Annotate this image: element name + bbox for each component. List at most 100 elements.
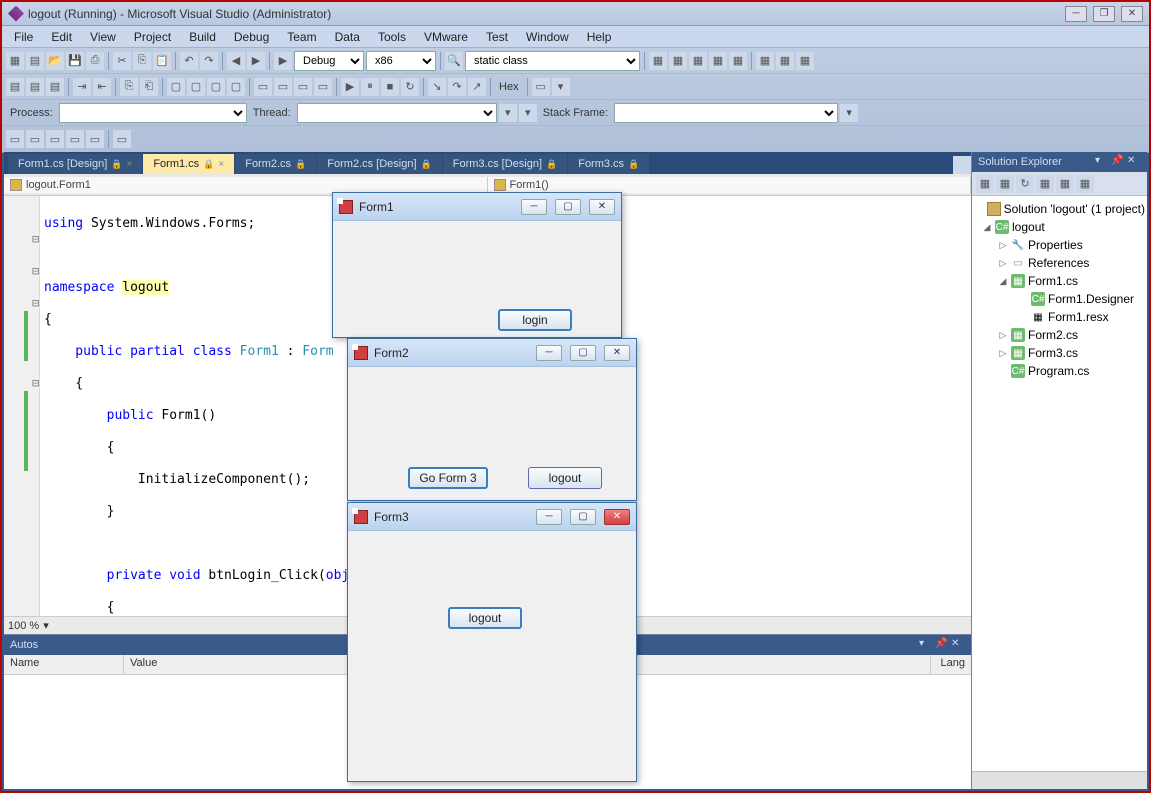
tree-properties[interactable]: ▷🔧Properties: [974, 236, 1145, 254]
config-dropdown[interactable]: Debug: [294, 51, 364, 71]
autos-col-lang[interactable]: Lang: [931, 655, 971, 674]
window-tool-4[interactable]: ▭: [314, 78, 332, 96]
member-dropdown[interactable]: Form1(): [488, 177, 972, 193]
breakpoint-tool-1[interactable]: ▭: [532, 78, 550, 96]
tool-icon-7[interactable]: ▦: [776, 52, 794, 70]
tab-form1-cs[interactable]: Form1.cs🔒×: [143, 154, 235, 174]
form3-window[interactable]: Form3 ─ ▢ ✕ logout: [347, 502, 637, 782]
step-out-icon[interactable]: ↗: [468, 78, 486, 96]
pin-icon[interactable]: 📌: [1111, 155, 1125, 169]
pin-icon[interactable]: 📌: [935, 638, 949, 652]
expand-icon[interactable]: ▷: [998, 240, 1008, 251]
view-class-icon[interactable]: ▦: [1076, 175, 1094, 193]
indent-icon[interactable]: ⇥: [73, 78, 91, 96]
thread-tool-1[interactable]: ▾: [499, 104, 517, 122]
view-code-icon[interactable]: ▦: [1036, 175, 1054, 193]
redo-icon[interactable]: ↷: [200, 52, 218, 70]
tree-form1[interactable]: ◢▦Form1.cs: [974, 272, 1145, 290]
view-designer-icon[interactable]: ▦: [1056, 175, 1074, 193]
menu-project[interactable]: Project: [126, 28, 179, 46]
bookmark-prev-icon[interactable]: ▢: [207, 78, 225, 96]
close-icon[interactable]: ✕: [1127, 155, 1141, 169]
tree-form1-resx[interactable]: ▦Form1.resx: [974, 308, 1145, 326]
platform-dropdown[interactable]: x86: [366, 51, 436, 71]
menu-window[interactable]: Window: [518, 28, 577, 46]
row4-tool-1[interactable]: ▭: [6, 130, 24, 148]
menu-data[interactable]: Data: [327, 28, 368, 46]
refresh-icon[interactable]: ↻: [1016, 175, 1034, 193]
form3-titlebar[interactable]: Form3 ─ ▢ ✕: [348, 503, 636, 531]
menu-vmware[interactable]: VMware: [416, 28, 476, 46]
expand-icon[interactable]: ◢: [998, 276, 1008, 287]
tree-form1-designer[interactable]: C#Form1.Designer: [974, 290, 1145, 308]
tree-program[interactable]: C#Program.cs: [974, 362, 1145, 380]
window-tool-2[interactable]: ▭: [274, 78, 292, 96]
menu-tools[interactable]: Tools: [370, 28, 414, 46]
restore-button[interactable]: ❐: [1093, 6, 1115, 22]
expand-icon[interactable]: ▷: [998, 330, 1008, 341]
tool-icon-3[interactable]: ▦: [689, 52, 707, 70]
step-into-icon[interactable]: ↘: [428, 78, 446, 96]
logout-button[interactable]: logout: [528, 467, 602, 489]
menu-edit[interactable]: Edit: [43, 28, 80, 46]
tree-form3[interactable]: ▷▦Form3.cs: [974, 344, 1145, 362]
close-button[interactable]: ✕: [589, 199, 615, 215]
cut-icon[interactable]: ✂: [113, 52, 131, 70]
autos-col-name[interactable]: Name: [4, 655, 124, 674]
outline-collapse-icon[interactable]: ⊟: [32, 296, 39, 310]
menu-build[interactable]: Build: [181, 28, 224, 46]
tool-icon-6[interactable]: ▦: [756, 52, 774, 70]
step-over-icon[interactable]: ↷: [448, 78, 466, 96]
form1-titlebar[interactable]: Form1 ─ ▢ ✕: [333, 193, 621, 221]
save-icon[interactable]: 💾: [66, 52, 84, 70]
find-icon[interactable]: 🔍: [445, 52, 463, 70]
close-icon[interactable]: ✕: [951, 638, 965, 652]
stop-icon[interactable]: ■: [381, 78, 399, 96]
properties-icon[interactable]: ▦: [976, 175, 994, 193]
stack-tool-1[interactable]: ▾: [840, 104, 858, 122]
form1-window[interactable]: Form1 ─ ▢ ✕ login: [332, 192, 622, 338]
row4-tool-3[interactable]: ▭: [46, 130, 64, 148]
close-button[interactable]: ✕: [604, 345, 630, 361]
row4-tool-2[interactable]: ▭: [26, 130, 44, 148]
type-dropdown[interactable]: logout.Form1: [4, 177, 488, 193]
tool-icon-8[interactable]: ▦: [796, 52, 814, 70]
outline-collapse-icon[interactable]: ⊟: [32, 264, 39, 278]
thread-dropdown[interactable]: [297, 103, 497, 123]
tab-form2-cs[interactable]: Form2.cs🔒: [235, 154, 317, 174]
open-icon[interactable]: 📂: [46, 52, 64, 70]
tree-form2[interactable]: ▷▦Form2.cs: [974, 326, 1145, 344]
row4-tool-6[interactable]: ▭: [113, 130, 131, 148]
new-project-icon[interactable]: ▦: [6, 52, 24, 70]
minimize-button[interactable]: ─: [536, 509, 562, 525]
text-tool-2[interactable]: ▤: [26, 78, 44, 96]
process-dropdown[interactable]: [59, 103, 247, 123]
tool-icon-4[interactable]: ▦: [709, 52, 727, 70]
go-form3-button[interactable]: Go Form 3: [408, 467, 488, 489]
login-button[interactable]: login: [498, 309, 572, 331]
tab-dropdown-icon[interactable]: ▾: [953, 156, 971, 174]
thread-tool-2[interactable]: ▾: [519, 104, 537, 122]
outline-collapse-icon[interactable]: ⊟: [32, 376, 39, 390]
tool-icon-5[interactable]: ▦: [729, 52, 747, 70]
text-tool-3[interactable]: ▤: [46, 78, 64, 96]
form2-window[interactable]: Form2 ─ ▢ ✕ Go Form 3 logout: [347, 338, 637, 501]
tree-solution[interactable]: Solution 'logout' (1 project): [974, 200, 1145, 218]
logout-button[interactable]: logout: [448, 607, 522, 629]
maximize-button[interactable]: ▢: [555, 199, 581, 215]
tab-form3-cs[interactable]: Form3.cs🔒: [568, 154, 650, 174]
form2-titlebar[interactable]: Form2 ─ ▢ ✕: [348, 339, 636, 367]
close-icon[interactable]: ×: [218, 159, 224, 170]
undo-icon[interactable]: ↶: [180, 52, 198, 70]
menu-test[interactable]: Test: [478, 28, 516, 46]
paste-icon[interactable]: 📋: [153, 52, 171, 70]
outline-collapse-icon[interactable]: ⊟: [32, 232, 39, 246]
nav-back-icon[interactable]: ◀: [227, 52, 245, 70]
window-menu-icon[interactable]: ▾: [1095, 155, 1109, 169]
uncomment-icon[interactable]: ⎗: [140, 78, 158, 96]
window-menu-icon[interactable]: ▾: [919, 638, 933, 652]
stack-dropdown[interactable]: [614, 103, 838, 123]
close-button[interactable]: ✕: [1121, 6, 1143, 22]
maximize-button[interactable]: ▢: [570, 345, 596, 361]
expand-icon[interactable]: ▷: [998, 258, 1008, 269]
